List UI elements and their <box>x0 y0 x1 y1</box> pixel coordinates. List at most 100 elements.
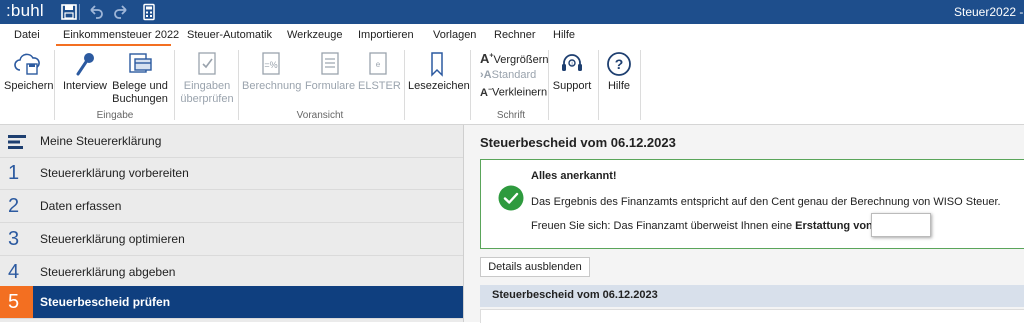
menu-hilfe[interactable]: Hilfe <box>553 29 575 41</box>
elster-label: ELSTER <box>358 80 401 92</box>
elster-icon: e <box>363 50 393 78</box>
app-logo: :buhl <box>6 1 44 20</box>
steps-navigation: Meine Steuererklärung 1 Steuererklärung … <box>0 125 464 322</box>
microphone-icon <box>70 50 100 78</box>
ribbon-separator <box>598 50 599 120</box>
interview-label: Interview <box>62 80 108 92</box>
step-label: Daten erfassen <box>40 199 122 213</box>
refund-text: Freuen Sie sich: Das Finanzamt überweist… <box>531 220 873 232</box>
nav-step-4[interactable]: 4 Steuererklärung abgeben <box>0 256 463 289</box>
headset-icon: i <box>557 50 587 78</box>
menu-rechner[interactable]: Rechner <box>494 29 536 41</box>
ribbon: Speichern Interview Belege und Buchungen… <box>0 46 1024 125</box>
redo-icon[interactable] <box>112 3 130 21</box>
ribbon-separator <box>548 50 549 120</box>
font-larger-icon: A+ <box>480 51 494 66</box>
page-title: Steuerbescheid vom 06.12.2023 <box>480 135 676 150</box>
cloud-save-icon <box>12 50 42 78</box>
belege-buchungen-button[interactable]: Belege und Buchungen <box>112 50 168 106</box>
undo-icon[interactable] <box>87 3 105 21</box>
standard-label: Standard <box>491 69 537 81</box>
ribbon-separator <box>54 50 55 120</box>
section-header[interactable]: Steuerbescheid vom 06.12.2023 <box>480 285 1024 307</box>
vergroessern-label: Vergrößern <box>493 54 549 66</box>
success-text: Das Ergebnis des Finanzamts entspricht a… <box>531 196 1001 208</box>
ribbon-separator <box>404 50 405 120</box>
nav-header-label: Meine Steuererklärung <box>40 134 162 148</box>
menu-importieren[interactable]: Importieren <box>358 29 414 41</box>
menu-vorlagen[interactable]: Vorlagen <box>433 29 476 41</box>
bookmark-icon <box>422 50 452 78</box>
step-number: 2 <box>8 195 20 217</box>
menu-einkommensteuer-2022[interactable]: Einkommensteuer 2022 <box>63 29 179 41</box>
ribbon-separator <box>174 50 175 120</box>
verkleinern-button[interactable]: A−Verkleinern <box>480 86 547 99</box>
svg-text:e: e <box>376 60 381 69</box>
elster-button[interactable]: e ELSTER <box>358 50 401 93</box>
step-number: 1 <box>8 162 20 184</box>
hilfe-label: Hilfe <box>607 80 630 92</box>
save-icon[interactable] <box>60 3 78 21</box>
checklist-icon <box>192 50 222 78</box>
calculator-icon[interactable] <box>140 3 158 21</box>
ribbon-separator <box>640 50 641 120</box>
verkleinern-label: Verkleinern <box>492 86 548 99</box>
receipts-icon <box>125 50 155 78</box>
nav-header[interactable]: Meine Steuererklärung <box>0 125 463 158</box>
group-eingabe: Eingabe <box>96 110 134 121</box>
hilfe-button[interactable]: ? Hilfe <box>602 50 636 93</box>
success-message-box: Alles anerkannt! Das Ergebnis des Finanz… <box>480 159 1024 249</box>
formulare-label: Formulare <box>304 80 356 92</box>
ribbon-separator <box>470 50 471 120</box>
help-icon: ? <box>604 50 634 78</box>
berechnung-button[interactable]: =% Berechnung <box>242 50 302 93</box>
success-heading: Alles anerkannt! <box>531 170 617 182</box>
support-label: Support <box>552 80 592 92</box>
svg-text:=%: =% <box>264 60 277 70</box>
nav-step-1[interactable]: 1 Steuererklärung vorbereiten <box>0 157 463 190</box>
belege-label-1: Belege und <box>112 80 168 92</box>
support-button[interactable]: i Support <box>552 50 592 93</box>
menu-werkzeuge[interactable]: Werkzeuge <box>287 29 342 41</box>
lesezeichen-label: Lesezeichen <box>408 80 470 92</box>
lesezeichen-button[interactable]: Lesezeichen <box>408 50 470 93</box>
berechnung-label: Berechnung <box>242 80 302 92</box>
nav-step-3[interactable]: 3 Steuererklärung optimieren <box>0 223 463 256</box>
formulare-button[interactable]: Formulare <box>304 50 356 93</box>
section-title: Steuerbescheid vom 06.12.2023 <box>492 289 658 301</box>
toolbar-separator <box>79 4 80 20</box>
check-circle-icon <box>498 185 524 211</box>
menu-steuer-automatik[interactable]: Steuer-Automatik <box>187 29 272 41</box>
menu-bar: Datei Einkommensteuer 2022 Steuer-Automa… <box>0 24 1024 46</box>
group-voransicht: Voransicht <box>296 110 344 121</box>
eingaben-pruefen-button[interactable]: Eingaben überprüfen <box>180 50 234 106</box>
step-number: 5 <box>8 291 20 313</box>
svg-text:i: i <box>571 61 572 67</box>
menu-datei[interactable]: Datei <box>14 29 40 41</box>
section-body <box>480 309 1024 323</box>
ribbon-separator <box>238 50 239 120</box>
belege-label-2: Buchungen <box>112 93 168 105</box>
nav-step-2[interactable]: 2 Daten erfassen <box>0 190 463 223</box>
step-label: Steuerbescheid prüfen <box>40 295 171 309</box>
eingaben-label-2: überprüfen <box>180 93 234 105</box>
details-toggle-button[interactable]: Details ausblenden <box>480 257 590 277</box>
window-title: Steuer2022 - W <box>954 5 1024 19</box>
vergroessern-button[interactable]: A+Vergrößern <box>480 51 549 66</box>
eingaben-label-1: Eingaben <box>183 80 231 92</box>
svg-text:?: ? <box>615 56 624 72</box>
step-number: 4 <box>8 261 20 283</box>
font-smaller-icon: A− <box>480 86 493 99</box>
form-icon <box>315 50 345 78</box>
calculation-icon: =% <box>256 50 286 78</box>
speichern-button[interactable]: Speichern <box>4 50 54 93</box>
title-bar: :buhl Steuer2022 - W <box>0 0 1024 24</box>
step-label: Steuererklärung abgeben <box>40 265 176 279</box>
interview-button[interactable]: Interview <box>62 50 108 93</box>
standard-button[interactable]: ›AStandard <box>480 69 536 81</box>
step-number: 3 <box>8 228 20 250</box>
font-standard-icon: ›A <box>480 69 492 81</box>
refund-text-bold: Erstattung von <box>795 220 873 232</box>
nav-step-5[interactable]: 5 Steuerbescheid prüfen <box>0 286 463 319</box>
main-content: Steuerbescheid vom 06.12.2023 Alles aner… <box>464 125 1024 323</box>
